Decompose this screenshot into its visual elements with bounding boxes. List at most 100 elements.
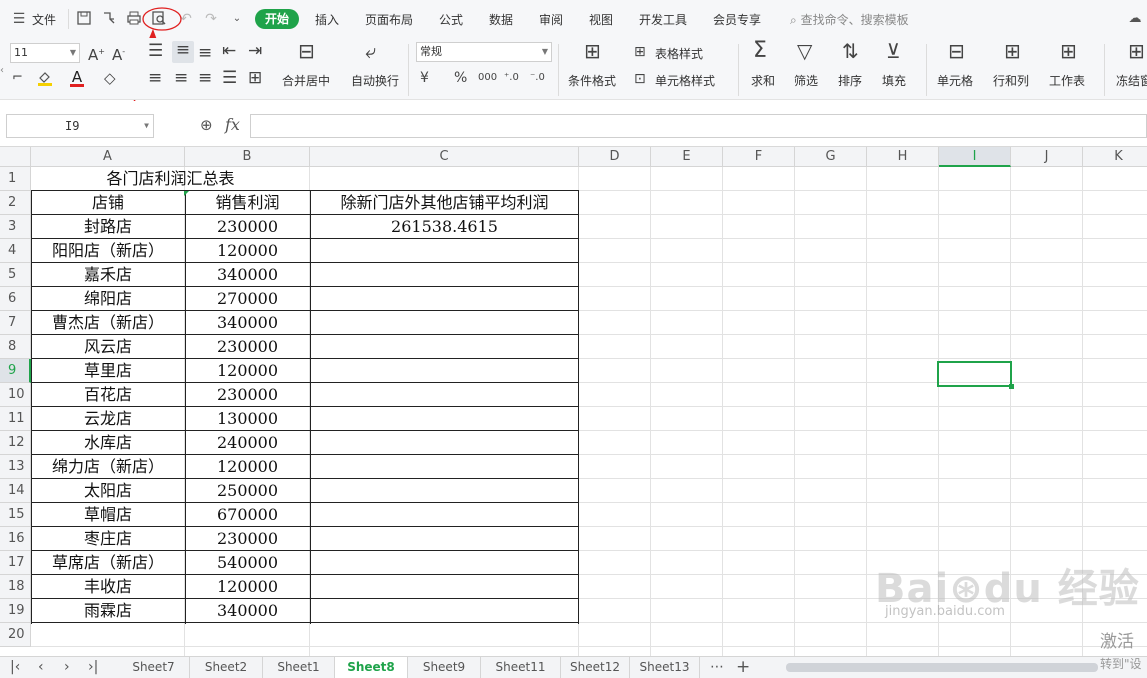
- header-store-cell[interactable]: 店铺: [31, 191, 185, 215]
- font-size-select[interactable]: 11 ▼: [10, 43, 80, 63]
- row-header-4[interactable]: 4: [0, 239, 31, 263]
- increase-decimal-icon[interactable]: ⁺.0: [504, 69, 519, 87]
- select-all-corner[interactable]: [0, 147, 31, 167]
- wrap-text-button[interactable]: 自动换行: [351, 72, 399, 89]
- tab-member[interactable]: 会员专享: [713, 11, 761, 28]
- decrease-indent-icon[interactable]: ⇤: [222, 42, 236, 60]
- align-left-icon[interactable]: ≡: [148, 69, 162, 87]
- cells-icon[interactable]: ⊟: [948, 41, 965, 61]
- row-header-20[interactable]: 20: [0, 623, 31, 647]
- row-header-5[interactable]: 5: [0, 263, 31, 287]
- hamburger-menu-icon[interactable]: ☰: [10, 10, 28, 28]
- row-header-3[interactable]: 3: [0, 215, 31, 239]
- column-header-J[interactable]: J: [1011, 147, 1083, 167]
- row-header-9[interactable]: 9: [0, 359, 31, 383]
- profit-value-cell[interactable]: 670000: [185, 503, 310, 527]
- save-icon[interactable]: [75, 10, 93, 28]
- header-average-cell[interactable]: 除新门店外其他店铺平均利润: [310, 191, 579, 215]
- table-style-icon[interactable]: ⊞: [634, 43, 646, 61]
- merge-center-icon[interactable]: ⊟: [298, 41, 315, 61]
- tab-review[interactable]: 审阅: [539, 11, 563, 28]
- sheet-tab[interactable]: Sheet8: [335, 657, 408, 678]
- store-name-cell[interactable]: 百花店: [31, 383, 185, 407]
- customize-toolbar-icon[interactable]: ⌄: [228, 10, 246, 28]
- column-header-G[interactable]: G: [795, 147, 867, 167]
- profit-value-cell[interactable]: 540000: [185, 551, 310, 575]
- sheet-tab[interactable]: Sheet7: [118, 657, 190, 678]
- tab-insert[interactable]: 插入: [315, 11, 339, 28]
- column-header-B[interactable]: B: [185, 147, 310, 167]
- column-header-I[interactable]: I: [939, 147, 1011, 167]
- column-header-D[interactable]: D: [579, 147, 651, 167]
- profit-value-cell[interactable]: 120000: [185, 359, 310, 383]
- store-name-cell[interactable]: 草帽店: [31, 503, 185, 527]
- ribbon-scroll-left-icon[interactable]: ‹: [0, 62, 4, 80]
- row-header-14[interactable]: 14: [0, 479, 31, 503]
- profit-value-cell[interactable]: 340000: [185, 263, 310, 287]
- store-name-cell[interactable]: 嘉禾店: [31, 263, 185, 287]
- worksheet-icon[interactable]: ⊞: [1060, 41, 1077, 61]
- sheet-tab[interactable]: Sheet12: [561, 657, 630, 678]
- row-header-1[interactable]: 1: [0, 167, 31, 191]
- more-sheets-icon[interactable]: ⋯: [710, 659, 724, 675]
- last-sheet-icon[interactable]: ›|: [88, 659, 98, 675]
- profit-value-cell[interactable]: 120000: [185, 455, 310, 479]
- first-sheet-icon[interactable]: |‹: [10, 659, 20, 675]
- align-center-icon[interactable]: ≡: [174, 69, 188, 87]
- export-pdf-icon[interactable]: [100, 10, 118, 28]
- name-box[interactable]: I9 ▼: [6, 114, 154, 138]
- profit-value-cell[interactable]: 230000: [185, 383, 310, 407]
- column-header-E[interactable]: E: [651, 147, 723, 167]
- selected-cell-I9[interactable]: [937, 361, 1014, 389]
- prev-sheet-icon[interactable]: ‹: [38, 659, 44, 675]
- store-name-cell[interactable]: 丰收店: [31, 575, 185, 599]
- next-sheet-icon[interactable]: ›: [64, 659, 70, 675]
- redo-icon[interactable]: ↷: [202, 10, 220, 28]
- horizontal-scrollbar[interactable]: [786, 663, 1098, 672]
- conditional-format-icon[interactable]: ⊞: [584, 41, 601, 61]
- column-header-A[interactable]: A: [31, 147, 185, 167]
- profit-value-cell[interactable]: 240000: [185, 431, 310, 455]
- align-right-icon[interactable]: ≡: [198, 69, 212, 87]
- profit-value-cell[interactable]: 340000: [185, 311, 310, 335]
- average-value-cell[interactable]: 261538.4615: [310, 215, 579, 239]
- store-name-cell[interactable]: 水库店: [31, 431, 185, 455]
- row-header-19[interactable]: 19: [0, 599, 31, 623]
- row-header-15[interactable]: 15: [0, 503, 31, 527]
- profit-value-cell[interactable]: 120000: [185, 575, 310, 599]
- wrap-text-icon[interactable]: ⤶: [365, 41, 376, 61]
- store-name-cell[interactable]: 枣庄店: [31, 527, 185, 551]
- profit-value-cell[interactable]: 230000: [185, 335, 310, 359]
- thousands-icon[interactable]: 000: [478, 69, 497, 87]
- profit-value-cell[interactable]: 230000: [185, 527, 310, 551]
- store-name-cell[interactable]: 绵力店（新店）: [31, 455, 185, 479]
- profit-value-cell[interactable]: 270000: [185, 287, 310, 311]
- profit-value-cell[interactable]: 230000: [185, 215, 310, 239]
- print-preview-icon[interactable]: [150, 10, 168, 28]
- store-name-cell[interactable]: 雨霖店: [31, 599, 185, 623]
- row-header-11[interactable]: 11: [0, 407, 31, 431]
- sheet-tab[interactable]: Sheet11: [481, 657, 561, 678]
- freeze-icon[interactable]: ⊞: [1128, 41, 1145, 61]
- sort-button[interactable]: 排序: [838, 72, 862, 89]
- freeze-button[interactable]: 冻结窗: [1116, 72, 1147, 89]
- tab-formulas[interactable]: 公式: [439, 11, 463, 28]
- sum-button[interactable]: 求和: [751, 72, 775, 89]
- row-col-button[interactable]: 行和列: [993, 72, 1029, 89]
- store-name-cell[interactable]: 绵阳店: [31, 287, 185, 311]
- align-top-icon[interactable]: ☰: [148, 42, 163, 60]
- merge-center-button[interactable]: 合并居中: [282, 72, 330, 89]
- percent-icon[interactable]: %: [454, 69, 467, 87]
- increase-font-icon[interactable]: A+: [88, 43, 105, 64]
- store-name-cell[interactable]: 曹杰店（新店）: [31, 311, 185, 335]
- sheet-tab[interactable]: Sheet1: [263, 657, 335, 678]
- sheet-tab[interactable]: Sheet2: [190, 657, 263, 678]
- border-icon[interactable]: ⌐: [12, 69, 23, 87]
- fill-icon[interactable]: ⊻: [886, 41, 901, 61]
- file-menu[interactable]: 文件: [32, 11, 56, 28]
- row-header-17[interactable]: 17: [0, 551, 31, 575]
- formula-input[interactable]: [250, 114, 1147, 138]
- store-name-cell[interactable]: 太阳店: [31, 479, 185, 503]
- store-name-cell[interactable]: 阳阳店（新店）: [31, 239, 185, 263]
- row-header-7[interactable]: 7: [0, 311, 31, 335]
